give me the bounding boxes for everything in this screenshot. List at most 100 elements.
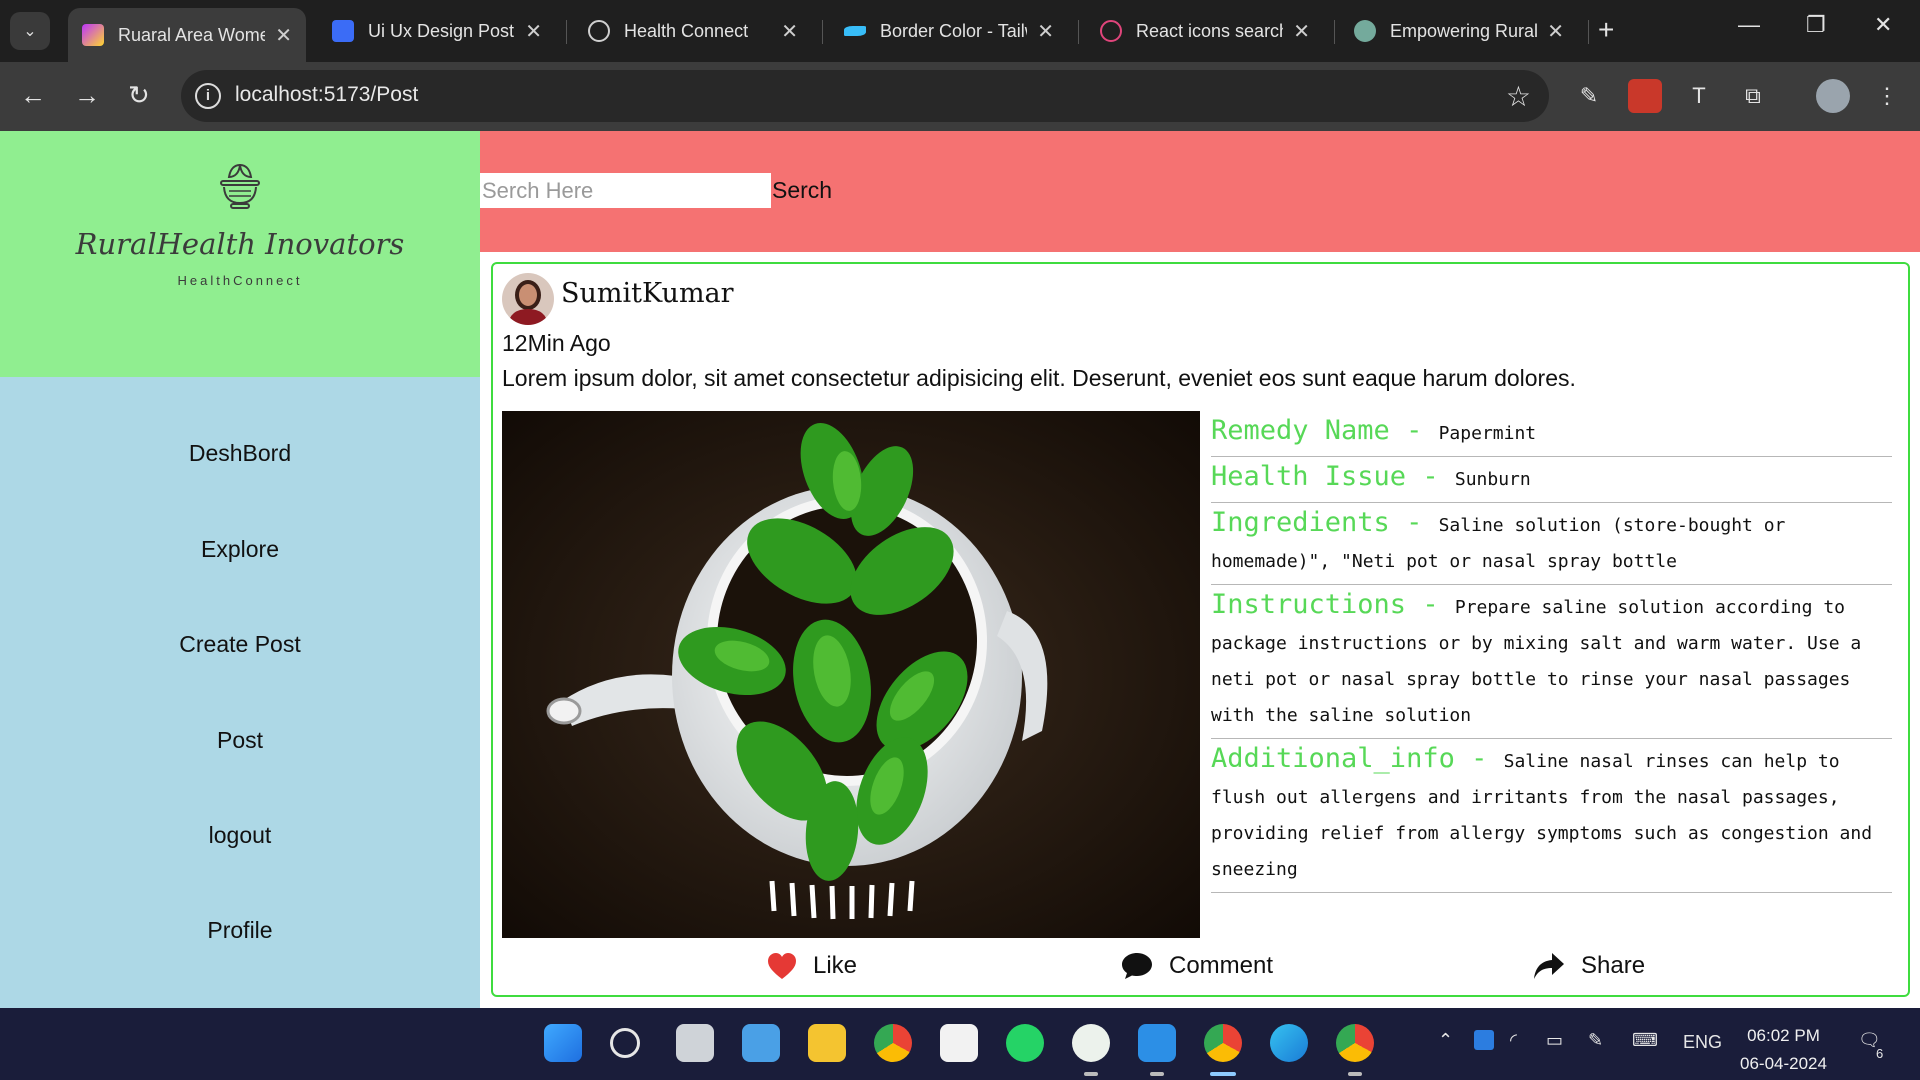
chevron-up-icon[interactable]: ⌃ [1438, 1030, 1453, 1051]
chrome-active-icon[interactable] [1204, 1024, 1242, 1062]
sidebar-brand-panel: RuralHealth Inovators HealthConnect [0, 131, 480, 377]
tab-search-button[interactable]: ⌄ [10, 12, 50, 50]
clock[interactable]: 06:02 PM 06-04-2024 [1740, 1022, 1827, 1078]
tab-border-color-tailwind[interactable]: Border Color - Tailwind ✕ [830, 8, 1068, 54]
sidebar-item-post[interactable]: Post [0, 727, 480, 754]
clock-date: 06-04-2024 [1740, 1054, 1827, 1073]
url-text: localhost:5173/Post [235, 83, 419, 106]
tab-title: Border Color - Tailwind [880, 20, 1027, 41]
profile-avatar-icon[interactable] [1816, 79, 1850, 113]
post-author[interactable]: SumitKumar [561, 278, 734, 309]
remedy-details: Remedy Name - Papermint Health Issue - S… [1211, 411, 1892, 893]
edge-icon[interactable] [1270, 1024, 1308, 1062]
tab-ui-ux-design-post[interactable]: Ui Ux Design Post ✕ [318, 8, 556, 54]
detail-label: Health Issue [1211, 461, 1407, 492]
detail-separator: - [1389, 415, 1439, 446]
whatsapp-icon[interactable] [1006, 1024, 1044, 1062]
detail-remedy-name: Remedy Name - Papermint [1211, 411, 1892, 457]
close-window-button[interactable]: ✕ [1874, 12, 1892, 38]
close-icon[interactable]: ✕ [275, 23, 292, 48]
tab-separator [822, 20, 823, 44]
brand-name: RuralHealth Inovators [75, 227, 405, 261]
file-explorer-icon[interactable] [808, 1024, 846, 1062]
bookmark-star-icon[interactable]: ☆ [1506, 80, 1531, 113]
search-icon[interactable] [610, 1028, 640, 1058]
tab-ruaral-area-women[interactable]: Ruaral Area Women ✕ [68, 8, 306, 62]
browser-tab-bar: ⌄ Ruaral Area Women ✕ Ui Ux Design Post … [0, 0, 1920, 62]
close-icon[interactable]: ✕ [781, 19, 798, 44]
eyedropper-extension-icon[interactable]: ✎ [1572, 79, 1606, 113]
puzzle-extensions-icon[interactable]: ⧉ [1736, 79, 1770, 113]
like-button[interactable]: Like [767, 952, 857, 980]
restore-button[interactable]: ❐ [1806, 12, 1826, 38]
site-info-icon[interactable]: i [195, 83, 221, 109]
detail-health-issue: Health Issue - Sunburn [1211, 457, 1892, 503]
new-tab-button[interactable]: + [1598, 14, 1614, 46]
search-button[interactable]: Serch [772, 177, 832, 204]
tab-title: Empowering Rural [1390, 20, 1538, 41]
windows-start-icon[interactable] [544, 1024, 582, 1062]
chrome-profile-icon[interactable] [1336, 1024, 1374, 1062]
text-extension-icon[interactable]: T [1682, 79, 1716, 113]
user-avatar-image [502, 273, 554, 325]
brand-tagline: HealthConnect [177, 273, 303, 288]
mongodb-compass-icon[interactable] [1072, 1024, 1110, 1062]
close-icon[interactable]: ✕ [525, 19, 542, 44]
reload-button[interactable]: ↻ [128, 80, 150, 111]
detail-ingredients: Ingredients - Saline solution (store-bou… [1211, 503, 1892, 585]
tab-separator [1588, 20, 1589, 44]
search-input[interactable] [480, 173, 771, 208]
heart-icon [768, 953, 796, 979]
tab-separator [566, 20, 567, 44]
share-arrow-icon [1534, 953, 1564, 979]
detail-value: Sunburn [1454, 469, 1531, 490]
detail-separator: - [1406, 589, 1455, 620]
post-actions: Like Comment Share [493, 946, 1908, 990]
extension-icon[interactable] [1628, 79, 1662, 113]
active-indicator [1210, 1072, 1236, 1076]
forward-button[interactable]: → [74, 80, 100, 111]
battery-icon[interactable]: ▭ [1546, 1030, 1563, 1051]
detail-additional-info: Additional_info - Saline nasal rinses ca… [1211, 739, 1892, 893]
post-description: Lorem ipsum dolor, sit amet consectetur … [502, 365, 1576, 391]
language-indicator[interactable]: ENG [1683, 1032, 1722, 1053]
kebab-menu-icon[interactable]: ⋮ [1870, 79, 1904, 113]
pen-icon[interactable]: ✎ [1588, 1030, 1603, 1051]
microsoft-store-icon[interactable] [940, 1024, 978, 1062]
tab-empowering-rural[interactable]: Empowering Rural ✕ [1340, 8, 1578, 54]
post-card: SumitKumar 12Min Ago Lorem ipsum dolor, … [491, 262, 1910, 997]
comment-button[interactable]: Comment [1121, 952, 1273, 980]
sidebar-item-profile[interactable]: Profile [0, 917, 480, 944]
close-icon[interactable]: ✕ [1547, 19, 1564, 44]
vscode-icon[interactable] [1138, 1024, 1176, 1062]
minimize-button[interactable]: — [1738, 12, 1760, 38]
sidebar-item-explore[interactable]: Explore [0, 536, 480, 563]
sidebar-item-logout[interactable]: logout [0, 822, 480, 849]
forms-icon [332, 20, 354, 42]
vite-icon [82, 24, 104, 46]
tab-react-icons-search[interactable]: React icons search ✕ [1086, 8, 1324, 54]
close-icon[interactable]: ✕ [1293, 19, 1310, 44]
detail-separator: - [1389, 507, 1439, 538]
close-icon[interactable]: ✕ [1037, 19, 1054, 44]
widgets-icon[interactable] [742, 1024, 780, 1062]
share-button[interactable]: Share [1533, 952, 1645, 980]
tab-title: Health Connect [624, 20, 749, 41]
tab-title: React icons search [1136, 20, 1284, 41]
task-view-icon[interactable] [676, 1024, 714, 1062]
detail-label: Ingredients [1211, 507, 1390, 538]
tab-health-connect[interactable]: Health Connect ✕ [574, 8, 812, 54]
address-bar[interactable]: i localhost:5173/Post ☆ [181, 70, 1549, 122]
wifi-icon[interactable]: ◜ [1510, 1030, 1517, 1051]
detail-instructions: Instructions - Prepare saline solution a… [1211, 585, 1892, 739]
windows-taskbar: ⌃ ◜ ▭ ✎ ⌨ ENG 06:02 PM 06-04-2024 🗨 6 [0, 1008, 1920, 1080]
react-icon [1100, 20, 1122, 42]
sidebar-item-create-post[interactable]: Create Post [0, 631, 480, 658]
defender-tray-icon[interactable] [1474, 1030, 1494, 1050]
clock-time: 06:02 PM [1747, 1026, 1820, 1045]
sidebar-item-deshbord[interactable]: DeshBord [0, 440, 480, 467]
keyboard-icon[interactable]: ⌨ [1632, 1030, 1658, 1051]
chrome-icon[interactable] [874, 1024, 912, 1062]
back-button[interactable]: ← [20, 80, 46, 111]
avatar[interactable] [502, 273, 554, 325]
